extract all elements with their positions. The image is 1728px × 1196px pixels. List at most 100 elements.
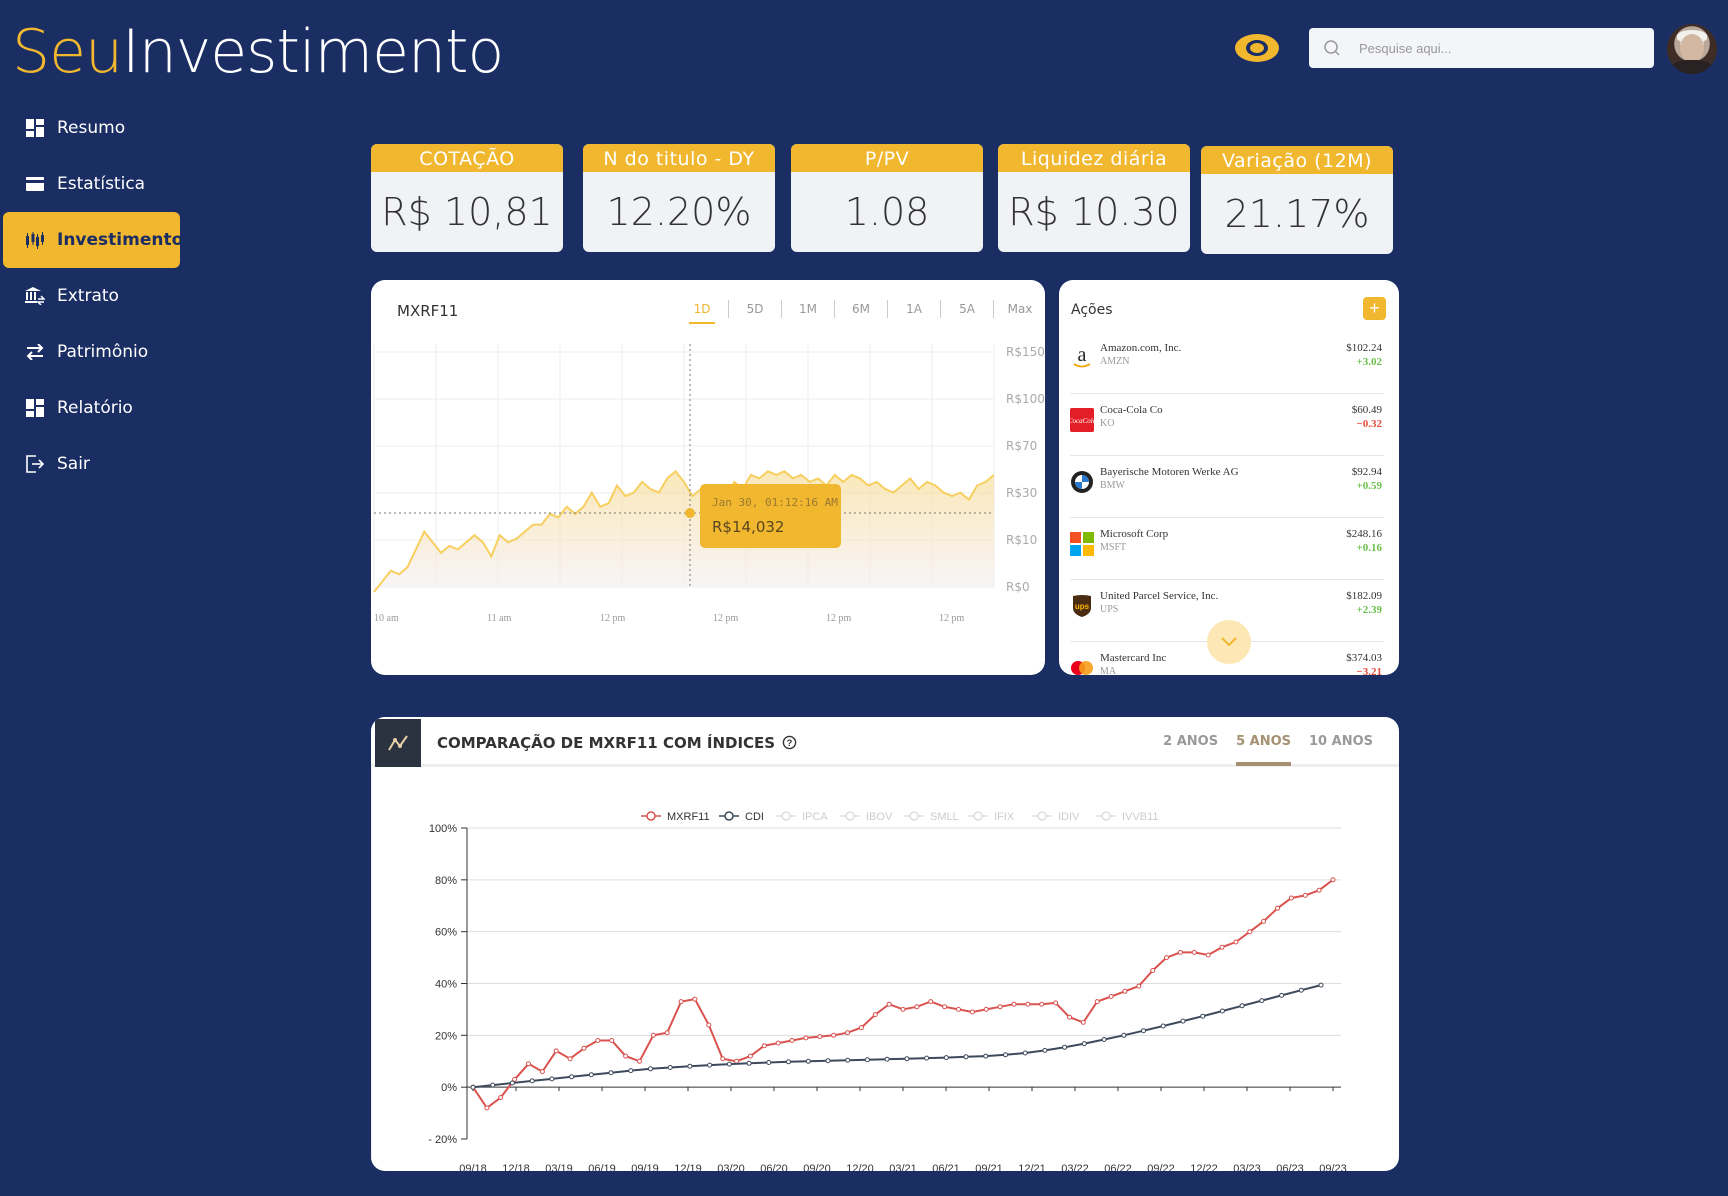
x-tick-label: 09/20 bbox=[803, 1163, 831, 1171]
price-chart[interactable]: R$150 R$100 R$70 R$30 R$10 R$0 10 am 11 am 12 pm… bbox=[371, 280, 1045, 675]
user-avatar[interactable] bbox=[1667, 24, 1717, 74]
y-tick-label: R$30 bbox=[1006, 486, 1037, 500]
series-point bbox=[648, 1066, 653, 1072]
series-point bbox=[490, 1082, 496, 1088]
series-point bbox=[1101, 1037, 1107, 1042]
y-tick-label: 80% bbox=[435, 875, 457, 887]
sidebar-item-sair[interactable]: Sair bbox=[3, 436, 180, 492]
chevron-down-icon bbox=[1221, 637, 1237, 647]
legend-item-ibov[interactable]: IBOV bbox=[840, 811, 893, 823]
y-tick-label: 40% bbox=[435, 979, 457, 991]
series-point bbox=[1039, 1001, 1045, 1007]
series-point bbox=[1121, 1032, 1127, 1038]
series-point bbox=[845, 1030, 850, 1036]
x-tick-label: 03/21 bbox=[889, 1163, 917, 1171]
legend-item-ifix[interactable]: IFIX bbox=[968, 811, 1015, 823]
search-bar[interactable] bbox=[1309, 28, 1654, 68]
legend-item-idiv[interactable]: IDIV bbox=[1032, 811, 1080, 823]
sidebar-item-resumo[interactable]: Resumo bbox=[3, 100, 180, 156]
series-point bbox=[789, 1038, 795, 1043]
series-point bbox=[1200, 1013, 1206, 1019]
stock-price: $374.03 bbox=[1346, 652, 1382, 664]
series-point bbox=[914, 1004, 920, 1010]
legend-item-ipca[interactable]: IPCA bbox=[776, 811, 828, 823]
stock-row[interactable]: Bayerische Motoren Werke AG BMW $92.94 +0.5… bbox=[1070, 456, 1384, 518]
stock-row[interactable]: CocaCola Coca-Cola Co KO $60.49 −0.32 bbox=[1068, 394, 1384, 456]
series-point bbox=[864, 1057, 870, 1063]
series-point bbox=[1259, 998, 1265, 1004]
sidebar-item-label: Patrimônio bbox=[57, 342, 149, 362]
legend-label: CDI bbox=[745, 811, 764, 823]
series-point bbox=[1177, 949, 1183, 955]
stock-row[interactable]: a Amazon.com, Inc. AMZN $102.24 +3.02 bbox=[1070, 332, 1384, 394]
series-point bbox=[831, 1032, 837, 1038]
x-tick-label: 10 am bbox=[374, 613, 399, 624]
series-point bbox=[858, 1025, 864, 1031]
kpi-value: 1.08 bbox=[844, 190, 930, 234]
series-point bbox=[825, 1058, 831, 1064]
series-point bbox=[1160, 1023, 1166, 1029]
stock-name: Bayerische Motoren Werke AG bbox=[1100, 466, 1239, 478]
x-tick-label: 12 pm bbox=[826, 613, 852, 624]
series-point bbox=[872, 1012, 878, 1018]
sidebar-item-estatistica[interactable]: Estatística bbox=[3, 156, 180, 212]
stock-row[interactable]: Microsoft Corp MSFT $248.16 +0.16 bbox=[1070, 518, 1384, 580]
comparison-chart[interactable]: - 20% 0% 20% 40% 60% 80% 100% 09/18 12/18 03/19 06… bbox=[371, 717, 1399, 1171]
legend-item-cdi[interactable]: CDI bbox=[719, 811, 764, 823]
series-point bbox=[470, 1084, 476, 1090]
stock-ticker: MA bbox=[1100, 666, 1117, 675]
sidebar-item-extrato[interactable]: Extrato bbox=[3, 268, 180, 324]
series-point bbox=[608, 1070, 614, 1076]
sidebar-item-relatorio[interactable]: Relatório bbox=[3, 380, 180, 436]
app-logo[interactable]: SeuInvestimento bbox=[12, 16, 504, 88]
y-tick-label: 60% bbox=[435, 927, 457, 939]
series-point bbox=[567, 1056, 573, 1062]
sidebar-item-label: Relatório bbox=[57, 398, 133, 418]
x-tick-label: 12 pm bbox=[600, 613, 626, 624]
add-stock-button[interactable]: + bbox=[1363, 297, 1386, 320]
kpi-variacao: Variação (12M) 21.17% bbox=[1201, 146, 1393, 254]
sidebar-item-label: Estatística bbox=[57, 174, 146, 194]
series-point bbox=[803, 1035, 809, 1041]
series-point bbox=[761, 1043, 767, 1049]
kpi-label: N do titulo - DY bbox=[583, 144, 775, 172]
stock-change: −3.21 bbox=[1356, 666, 1382, 675]
series-point bbox=[509, 1080, 515, 1086]
x-tick-label: 06/20 bbox=[760, 1163, 788, 1171]
legend-item-smll[interactable]: SMLL bbox=[904, 811, 959, 823]
sidebar-item-investimentos[interactable]: Investimentos bbox=[3, 212, 193, 268]
eye-icon[interactable] bbox=[1233, 30, 1281, 66]
x-tick-label: 12 pm bbox=[939, 613, 965, 624]
x-tick-label: 06/23 bbox=[1276, 1163, 1304, 1171]
series-point bbox=[1136, 983, 1142, 989]
sidebar-item-patrimonio[interactable]: Patrimônio bbox=[3, 324, 180, 380]
series-point bbox=[983, 1006, 989, 1012]
series-point bbox=[588, 1072, 594, 1078]
series-point bbox=[529, 1078, 535, 1084]
stock-change: +2.39 bbox=[1356, 604, 1382, 616]
series-point bbox=[1025, 1001, 1031, 1007]
dashboard-icon bbox=[25, 118, 45, 138]
legend-label: IPCA bbox=[802, 811, 828, 823]
logout-icon bbox=[25, 454, 45, 474]
series-point bbox=[786, 1059, 791, 1065]
bank-icon bbox=[25, 286, 45, 306]
series-point bbox=[1302, 892, 1308, 898]
series-point bbox=[1108, 994, 1114, 999]
search-input[interactable] bbox=[1359, 40, 1619, 56]
series-point bbox=[1003, 1052, 1008, 1058]
x-tick-label: 12/20 bbox=[846, 1163, 874, 1171]
y-tick-label: - 20% bbox=[428, 1134, 457, 1146]
series-point bbox=[1067, 1014, 1072, 1020]
stock-name: Amazon.com, Inc. bbox=[1100, 342, 1182, 354]
series-point bbox=[900, 1006, 906, 1012]
scroll-down-button[interactable] bbox=[1207, 620, 1251, 664]
series-point bbox=[969, 1009, 975, 1015]
y-tick-label: 20% bbox=[435, 1030, 457, 1042]
kpi-cotacao: COTAÇÃO R$ 10,81 bbox=[371, 144, 563, 252]
series-point bbox=[1275, 905, 1280, 911]
logo-part-investimento: Investimento bbox=[122, 17, 504, 87]
x-tick-label: 11 am bbox=[487, 613, 512, 624]
legend-item-ivvb11[interactable]: IVVB11 bbox=[1096, 811, 1159, 823]
legend-item-mxrf11[interactable]: MXRF11 bbox=[641, 811, 710, 823]
